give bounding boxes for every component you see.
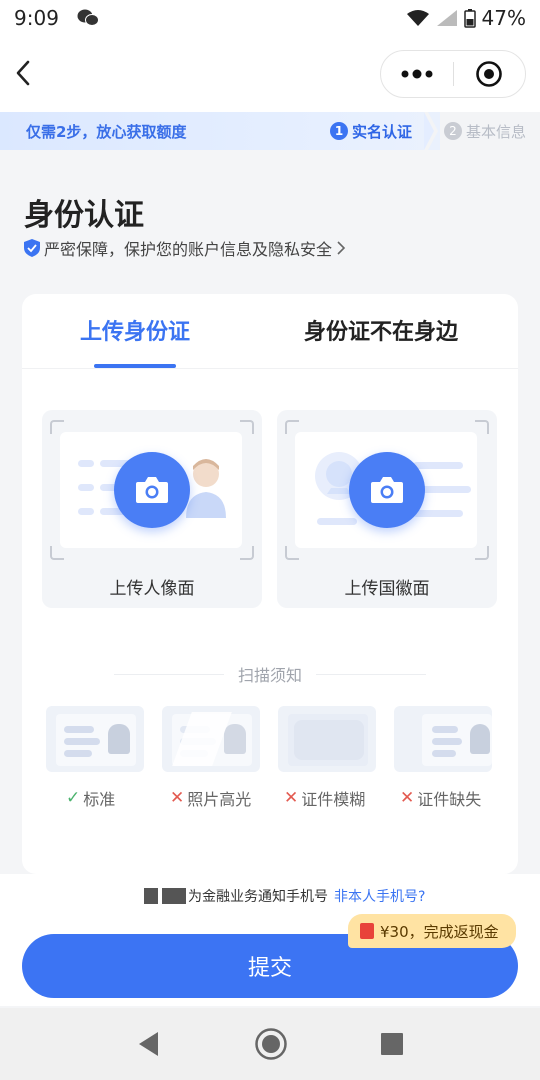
phone-notice-text: 为金融业务通知手机号: [188, 889, 328, 905]
chevron-right-icon: [337, 241, 346, 255]
deco-line: [78, 484, 94, 491]
example-text: 照片高光: [187, 790, 252, 809]
step-number: 2: [444, 122, 462, 140]
target-icon: [476, 61, 503, 87]
step-number: 1: [330, 122, 348, 140]
battery-icon: [463, 9, 476, 28]
back-icon[interactable]: [10, 56, 36, 90]
portrait-thumbnail: [108, 724, 130, 754]
redacted-text: [162, 888, 186, 904]
frame-corner: [50, 546, 64, 560]
cashback-text: ¥30，完成返现金: [380, 922, 499, 941]
camera-icon: [136, 477, 168, 503]
shield-icon: [24, 239, 40, 257]
blur-overlay: [294, 720, 364, 760]
deco-line: [432, 750, 456, 757]
frame-corner: [240, 420, 254, 434]
status-time: 9:09: [14, 6, 59, 30]
not-my-phone-link[interactable]: 非本人手机号?: [334, 886, 425, 906]
active-tab-indicator: [94, 364, 176, 368]
example-standard: [46, 706, 144, 772]
camera-button[interactable]: [349, 452, 425, 528]
example-text: 证件模糊: [301, 790, 366, 809]
privacy-link[interactable]: 严密保障，保护您的账户信息及隐私安全: [24, 236, 346, 260]
camera-button[interactable]: [114, 452, 190, 528]
cashback-badge: ¥30，完成返现金: [348, 914, 516, 948]
upload-emblem-side[interactable]: 上传国徽面: [277, 410, 497, 608]
step-identity: 1 实名认证: [330, 112, 432, 150]
nav-bar: [0, 36, 540, 112]
miniprogram-capsule: [380, 50, 526, 98]
divider: [316, 674, 426, 675]
deco-line: [413, 462, 463, 469]
frame-corner: [475, 420, 489, 434]
upload-emblem-label: 上传国徽面: [344, 579, 430, 599]
example-label-glare: ✕ 照片高光: [170, 786, 251, 810]
example-label-standard: ✓ 标准: [66, 786, 115, 810]
more-dots-icon: [401, 69, 433, 79]
deco-line: [413, 510, 463, 517]
example-blurry: [278, 706, 376, 772]
step-basic-info: 2 基本信息: [440, 112, 540, 150]
wifi-icon: [406, 10, 429, 26]
status-bar: 9:09 47%: [0, 0, 540, 36]
deco-line: [64, 738, 100, 745]
deco-line: [78, 460, 94, 467]
close-miniprogram-button[interactable]: [454, 50, 526, 98]
id-upload-card: 上传身份证 身份证不在身边 上传人像面 上传国徽面 扫描须知 ✓ 标准 ✕ 照片…: [22, 294, 518, 874]
cross-icon: ✕: [400, 788, 415, 808]
more-button[interactable]: [381, 50, 453, 98]
nav-recents-icon[interactable]: [380, 1032, 404, 1056]
tab-id-not-present[interactable]: 身份证不在身边: [304, 314, 458, 346]
portrait-thumbnail: [224, 724, 246, 754]
example-text: 证件缺失: [417, 790, 482, 809]
deco-line: [64, 750, 92, 757]
upload-portrait-label: 上传人像面: [109, 579, 195, 599]
privacy-text: 严密保障，保护您的账户信息及隐私安全: [44, 240, 333, 259]
upload-portrait-side[interactable]: 上传人像面: [42, 410, 262, 608]
red-packet-icon: [360, 923, 374, 939]
system-nav-bar: [0, 1008, 540, 1080]
progress-tagline: 仅需2步，放心获取额度: [26, 122, 187, 141]
tab-upload-id[interactable]: 上传身份证: [80, 314, 190, 346]
deco-line: [432, 738, 462, 745]
example-text: 标准: [83, 790, 116, 809]
scan-tips-title: 扫描须知: [237, 666, 302, 685]
wechat-icon: [77, 9, 99, 26]
example-glare: [162, 706, 260, 772]
camera-icon: [371, 477, 403, 503]
frame-corner: [475, 546, 489, 560]
portrait-thumbnail: [470, 724, 490, 754]
check-icon: ✓: [66, 788, 81, 808]
frame-corner: [240, 546, 254, 560]
step-label: 基本信息: [466, 122, 527, 141]
step-chevron-icon: [424, 112, 438, 150]
page-title: 身份认证: [24, 198, 144, 233]
step-label: 实名认证: [352, 122, 413, 141]
deco-line: [64, 726, 94, 733]
frame-corner: [285, 546, 299, 560]
deco-line: [317, 518, 357, 525]
battery-percent: 47%: [481, 6, 526, 30]
bottom-action-area: 为金融业务通知手机号 非本人手机号? 提交 ¥30，完成返现金: [0, 874, 540, 1006]
redacted-text: [144, 888, 158, 904]
deco-line: [78, 508, 94, 515]
signal-icon: [436, 10, 457, 26]
nav-home-icon[interactable]: [254, 1027, 288, 1061]
cross-icon: ✕: [284, 788, 299, 808]
tab-divider: [22, 368, 518, 369]
example-missing: [394, 706, 492, 772]
phone-notice: 为金融业务通知手机号 非本人手机号?: [88, 886, 425, 906]
example-label-blurry: ✕ 证件模糊: [284, 786, 365, 810]
deco-line: [432, 726, 458, 733]
progress-banner: 仅需2步，放心获取额度 1 实名认证 2 基本信息: [0, 112, 540, 150]
example-label-missing: ✕ 证件缺失: [400, 786, 481, 810]
nav-back-icon[interactable]: [136, 1030, 162, 1058]
cross-icon: ✕: [170, 788, 185, 808]
